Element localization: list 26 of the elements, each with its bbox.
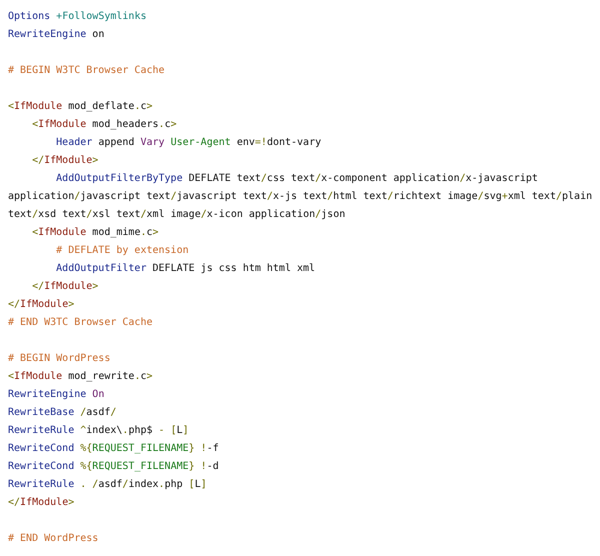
code-line: <IfModule mod_mime.c> bbox=[31, 226, 159, 240]
code-line: # END W3TC Browser Cache bbox=[8, 316, 152, 330]
code-line: <IfModule mod_headers.c> bbox=[31, 118, 177, 132]
code-line: AddOutputFilterByType DEFLATE text/css text/x-component application/x-javascript bbox=[55, 172, 538, 186]
code-line: RewriteEngine On bbox=[8, 388, 104, 402]
code-line: # DEFLATE by extension bbox=[55, 244, 189, 258]
code-line: </IfModule> bbox=[31, 280, 98, 294]
code-line: Header append Vary User-Agent env=!dont-vary bbox=[55, 136, 322, 150]
code-line: AddOutputFilter DEFLATE js css htm html xml bbox=[55, 262, 316, 276]
code-line: RewriteCond %{REQUEST_FILENAME} !-f bbox=[8, 442, 219, 456]
code-line: Options +FollowSymlinks bbox=[8, 10, 146, 24]
code-line: </IfModule> bbox=[8, 298, 74, 312]
code-line: RewriteRule . /asdf/index.php [L] bbox=[8, 478, 207, 492]
code-line: # BEGIN W3TC Browser Cache bbox=[8, 64, 165, 78]
code-line: RewriteRule ^index\.php$ - [L] bbox=[8, 424, 189, 438]
code-line: <IfModule mod_deflate.c> bbox=[8, 100, 153, 114]
code-line: application/javascript text/javascript text/x-js text/html text/richtext image/svg+xml text/plain bbox=[8, 190, 592, 204]
code-line: # END WordPress bbox=[8, 532, 98, 546]
code-line: # BEGIN WordPress bbox=[8, 352, 110, 366]
code-line: RewriteBase /asdf/ bbox=[8, 406, 116, 420]
code-line: </IfModule> bbox=[8, 496, 74, 510]
code-line: RewriteCond %{REQUEST_FILENAME} !-d bbox=[8, 460, 219, 474]
code-line: text/xsd text/xsl text/xml image/x-icon application/json bbox=[8, 208, 346, 222]
code-line: RewriteEngine on bbox=[8, 28, 104, 42]
code-line: </IfModule> bbox=[31, 154, 98, 168]
code-line: <IfModule mod_rewrite.c> bbox=[8, 370, 153, 384]
